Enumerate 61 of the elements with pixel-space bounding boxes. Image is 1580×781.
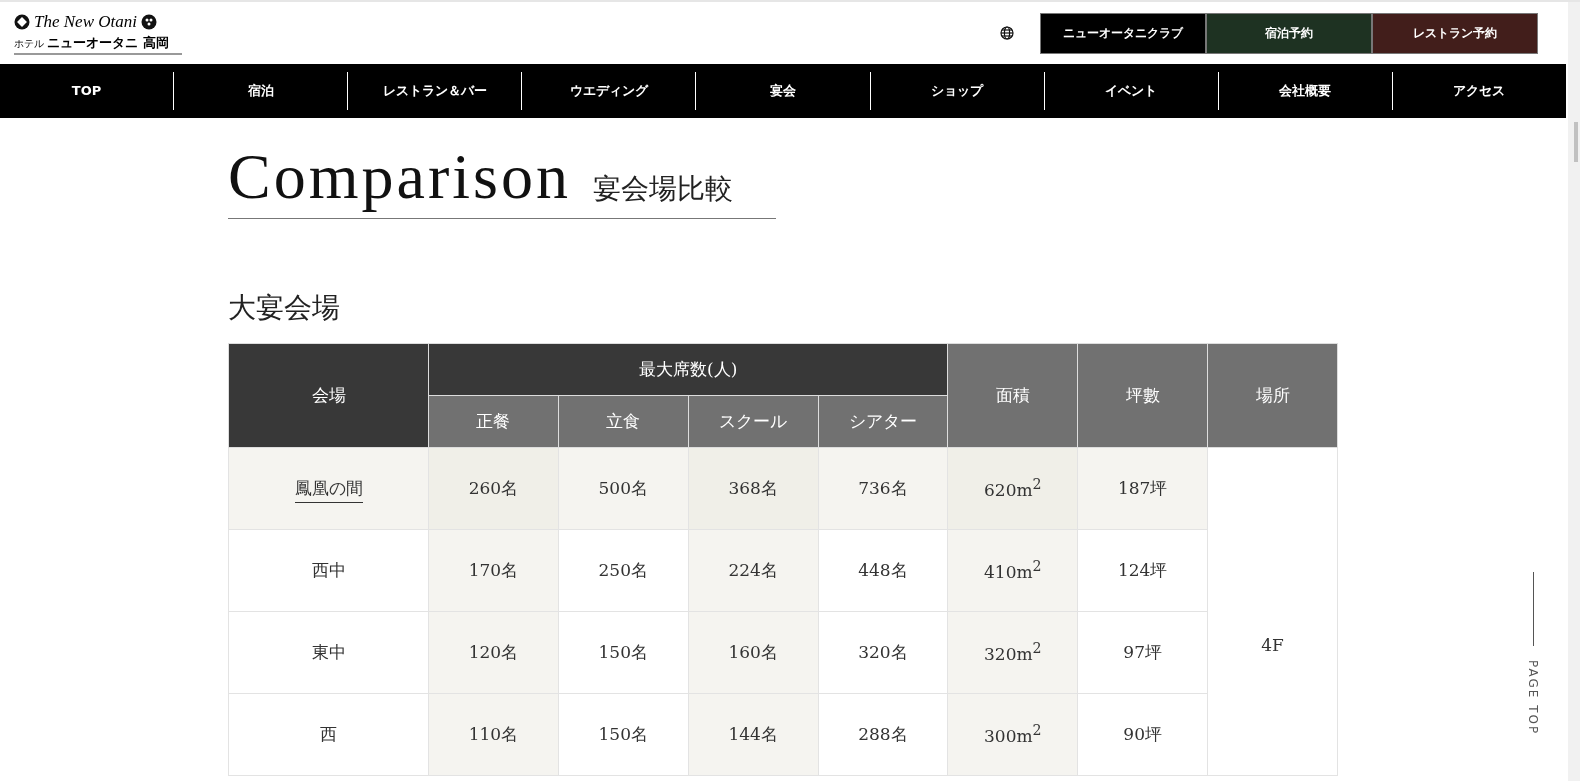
section-heading: 大宴会場 [228, 290, 341, 326]
column-header: 最大席数(人) [428, 343, 948, 396]
nav-link[interactable]: レストラン＆バー [347, 72, 522, 110]
emblem-icon [14, 13, 30, 30]
nav-link[interactable]: アクセス [1391, 72, 1566, 110]
page-subtitle: 宴会場比較 [592, 171, 733, 207]
table-cell: 410m$^{2}$ [947, 529, 1078, 612]
column-header: スクール [688, 395, 819, 448]
table-cell: 160名 [688, 611, 819, 694]
nav-link[interactable]: ショップ [869, 72, 1044, 110]
page-top-link[interactable]: PAGE TOP [1526, 572, 1540, 736]
logo-name: ニューオータニ 高岡 [47, 33, 169, 52]
table-cell: 124坪 [1077, 529, 1208, 612]
header-button[interactable]: レストラン予約 [1372, 12, 1538, 54]
venue-name: 東中 [311, 642, 346, 662]
logo-prefix: ホテル [14, 36, 44, 51]
nav-link[interactable]: 会社概要 [1217, 72, 1392, 110]
table-cell: 288名 [818, 693, 948, 776]
nav-link[interactable]: TOP [0, 72, 174, 110]
column-header: シアター [818, 395, 948, 448]
venue-name: 西 [320, 724, 337, 744]
nav-link[interactable]: 宿泊 [173, 72, 348, 110]
table-cell: 368名 [688, 447, 819, 530]
globe-icon[interactable] [1000, 26, 1014, 40]
venue-cell[interactable]: 鳳凰の間 [228, 447, 429, 530]
nav-link[interactable]: ウエディング [521, 72, 696, 110]
table-cell: 150名 [558, 693, 689, 776]
table-cell: 120名 [428, 611, 559, 694]
table-cell: 110名 [428, 693, 559, 776]
table-cell: 170名 [428, 529, 559, 612]
table-cell: 224名 [688, 529, 819, 612]
table-cell: 4F [1207, 447, 1338, 776]
header-button[interactable]: ニューオータニクラブ [1040, 12, 1206, 54]
table-cell: 736名 [818, 447, 948, 530]
nav-link[interactable]: イベント [1043, 72, 1218, 110]
table-cell: 448名 [818, 529, 948, 612]
column-header: 立食 [558, 395, 689, 448]
table-cell: 187坪 [1077, 447, 1208, 530]
nav-link[interactable]: 宴会 [695, 72, 870, 110]
column-header: 会場 [228, 343, 429, 448]
page-title: Comparison [228, 140, 571, 214]
venue-name: 西中 [311, 560, 346, 580]
column-header: 正餐 [428, 395, 559, 448]
header-button[interactable]: 宿泊予約 [1206, 12, 1372, 54]
column-header: 面積 [947, 343, 1078, 448]
column-header: 場所 [1207, 343, 1338, 448]
table-cell: 320m$^{2}$ [947, 611, 1078, 694]
table-cell: 150名 [558, 611, 689, 694]
table-cell: 144名 [688, 693, 819, 776]
table-cell: 300m$^{2}$ [947, 693, 1078, 776]
table-cell: 260名 [428, 447, 559, 530]
table-cell: 90坪 [1077, 693, 1208, 776]
logo-script: The New Otani [34, 11, 137, 32]
table-cell: 97坪 [1077, 611, 1208, 694]
table-cell: 320名 [818, 611, 948, 694]
emblem-icon [140, 13, 157, 30]
table-cell: 250名 [558, 529, 689, 612]
venue-link[interactable]: 鳳凰の間 [294, 478, 363, 503]
table-cell: 620m$^{2}$ [947, 447, 1078, 530]
table-cell: 500名 [558, 447, 689, 530]
column-header: 坪數 [1077, 343, 1208, 448]
